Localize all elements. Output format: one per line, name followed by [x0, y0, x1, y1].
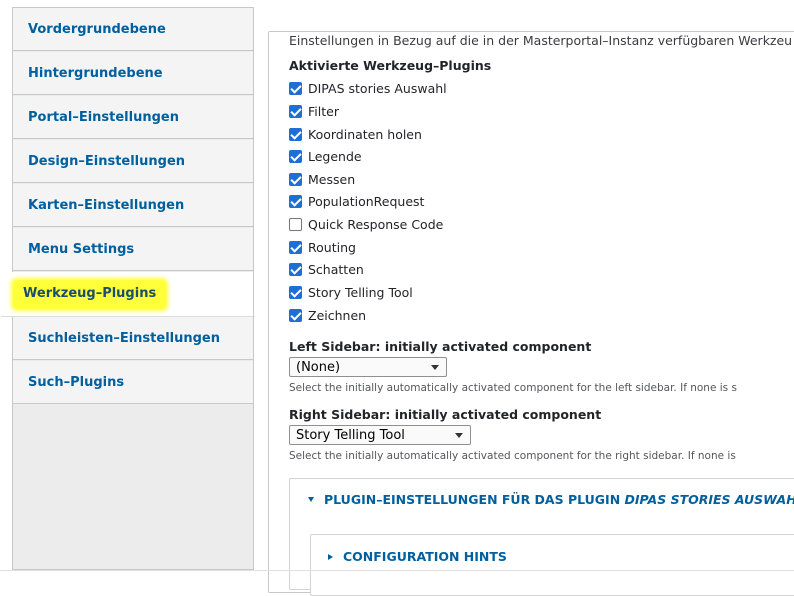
tab-menu-settings[interactable]: Menu Settings: [13, 228, 254, 271]
chevron-down-icon: [431, 365, 439, 370]
checkbox-label: Filter: [308, 103, 339, 119]
tab-label-highlighted: Werkzeug–Plugins: [13, 279, 167, 309]
tab-label: Menu Settings: [28, 241, 135, 257]
tab-portal-einstellungen[interactable]: Portal–Einstellungen: [13, 96, 254, 139]
tab-werkzeug-plugins[interactable]: Werkzeug–Plugins: [1, 272, 255, 317]
checkbox-label: Schatten: [308, 261, 364, 277]
tab-design-einstellungen[interactable]: Design–Einstellungen: [13, 140, 254, 183]
triangle-down-icon: [308, 497, 314, 502]
checkbox-checked[interactable]: [289, 194, 302, 208]
tab-label: Hintergrundebene: [28, 65, 163, 81]
tab-hintergrundebene[interactable]: Hintergrundebene: [13, 52, 254, 95]
right-sidebar-select[interactable]: Story Telling Tool: [289, 425, 471, 445]
tab-label: Portal–Einstellungen: [28, 109, 179, 125]
select-value: Story Telling Tool: [296, 427, 405, 443]
plugin-checkbox-populationrequest[interactable]: PopulationRequest: [289, 192, 424, 210]
plugin-checkbox-zeichnen[interactable]: Zeichnen: [289, 306, 366, 324]
checkbox-label: Routing: [308, 239, 356, 255]
summary-plugin-name: DIPAS STORIES AUSWAHL: [624, 492, 794, 507]
checkbox-label: Messen: [308, 171, 356, 187]
checkbox-label: Zeichnen: [308, 307, 367, 323]
tab-such-plugins[interactable]: Such–Plugins: [13, 361, 254, 404]
tab-label: Such–Plugins: [28, 374, 125, 390]
plugin-checkbox-routing[interactable]: Routing: [289, 238, 356, 256]
vertical-tabs: Vordergrundebene Hintergrundebene Portal…: [1, 7, 255, 570]
tab-label: Suchleisten–Einstellungen: [28, 330, 220, 346]
checkbox-label: Quick Response Code: [308, 216, 444, 232]
checkbox-unchecked[interactable]: [289, 217, 302, 231]
plugin-checkbox-koordinaten[interactable]: Koordinaten holen: [289, 125, 422, 143]
checkbox-checked[interactable]: [289, 308, 302, 322]
right-sidebar-description: Select the initially automatically activ…: [289, 450, 736, 462]
checkbox-checked[interactable]: [289, 81, 302, 95]
plugins-group-title: Aktivierte Werkzeug–Plugins: [289, 58, 492, 73]
plugin-settings-summary[interactable]: PLUGIN–EINSTELLUNGEN FÜR DAS PLUGIN DIPA…: [308, 492, 794, 507]
plugin-checkbox-messen[interactable]: Messen: [289, 170, 355, 188]
tab-karten-einstellungen[interactable]: Karten–Einstellungen: [13, 184, 254, 227]
checkbox-label: Legende: [308, 148, 362, 164]
summary-text: PLUGIN–EINSTELLUNGEN FÜR DAS PLUGIN: [324, 492, 625, 507]
plugin-checkbox-schatten[interactable]: Schatten: [289, 260, 364, 278]
left-sidebar-description: Select the initially automatically activ…: [289, 382, 737, 394]
tab-label: Vordergrundebene: [28, 21, 166, 37]
triangle-right-icon: [328, 553, 333, 560]
tab-label: Karten–Einstellungen: [28, 197, 185, 213]
fieldset-description: Einstellungen in Bezug auf die in der Ma…: [289, 33, 793, 48]
checkbox-label: Story Telling Tool: [308, 284, 413, 300]
tab-label: Design–Einstellungen: [28, 153, 186, 169]
sidebar-divider: [253, 7, 254, 571]
right-sidebar-label: Right Sidebar: initially activated compo…: [289, 407, 602, 422]
left-sidebar-label: Left Sidebar: initially activated compon…: [289, 339, 592, 354]
checkbox-checked[interactable]: [289, 149, 302, 163]
checkbox-checked[interactable]: [289, 262, 302, 276]
checkbox-checked[interactable]: [289, 172, 302, 186]
checkbox-checked[interactable]: [289, 240, 302, 254]
checkbox-checked[interactable]: [289, 104, 302, 118]
select-value: (None): [296, 359, 341, 375]
summary-text: CONFIGURATION HINTS: [343, 549, 507, 564]
configuration-hints-details: [310, 534, 794, 596]
tab-vordergrundebene[interactable]: Vordergrundebene: [13, 8, 254, 51]
plugin-checkbox-filter[interactable]: Filter: [289, 102, 339, 120]
checkbox-label: Koordinaten holen: [308, 126, 422, 142]
plugin-checkbox-legende[interactable]: Legende: [289, 147, 362, 165]
tab-suchleisten-einstellungen[interactable]: Suchleisten–Einstellungen: [13, 317, 254, 360]
checkbox-label: PopulationRequest: [308, 193, 425, 209]
left-sidebar-select[interactable]: (None): [289, 357, 447, 377]
configuration-hints-summary[interactable]: CONFIGURATION HINTS: [328, 549, 507, 564]
checkbox-checked[interactable]: [289, 127, 302, 141]
plugin-checkbox-qr-code[interactable]: Quick Response Code: [289, 215, 443, 233]
chevron-down-icon: [455, 433, 463, 438]
checkbox-checked[interactable]: [289, 285, 302, 299]
checkbox-label: DIPAS stories Auswahl: [308, 80, 447, 96]
plugin-checkbox-story-telling[interactable]: Story Telling Tool: [289, 283, 413, 301]
plugin-checkbox-dipas-stories[interactable]: DIPAS stories Auswahl: [289, 79, 447, 97]
